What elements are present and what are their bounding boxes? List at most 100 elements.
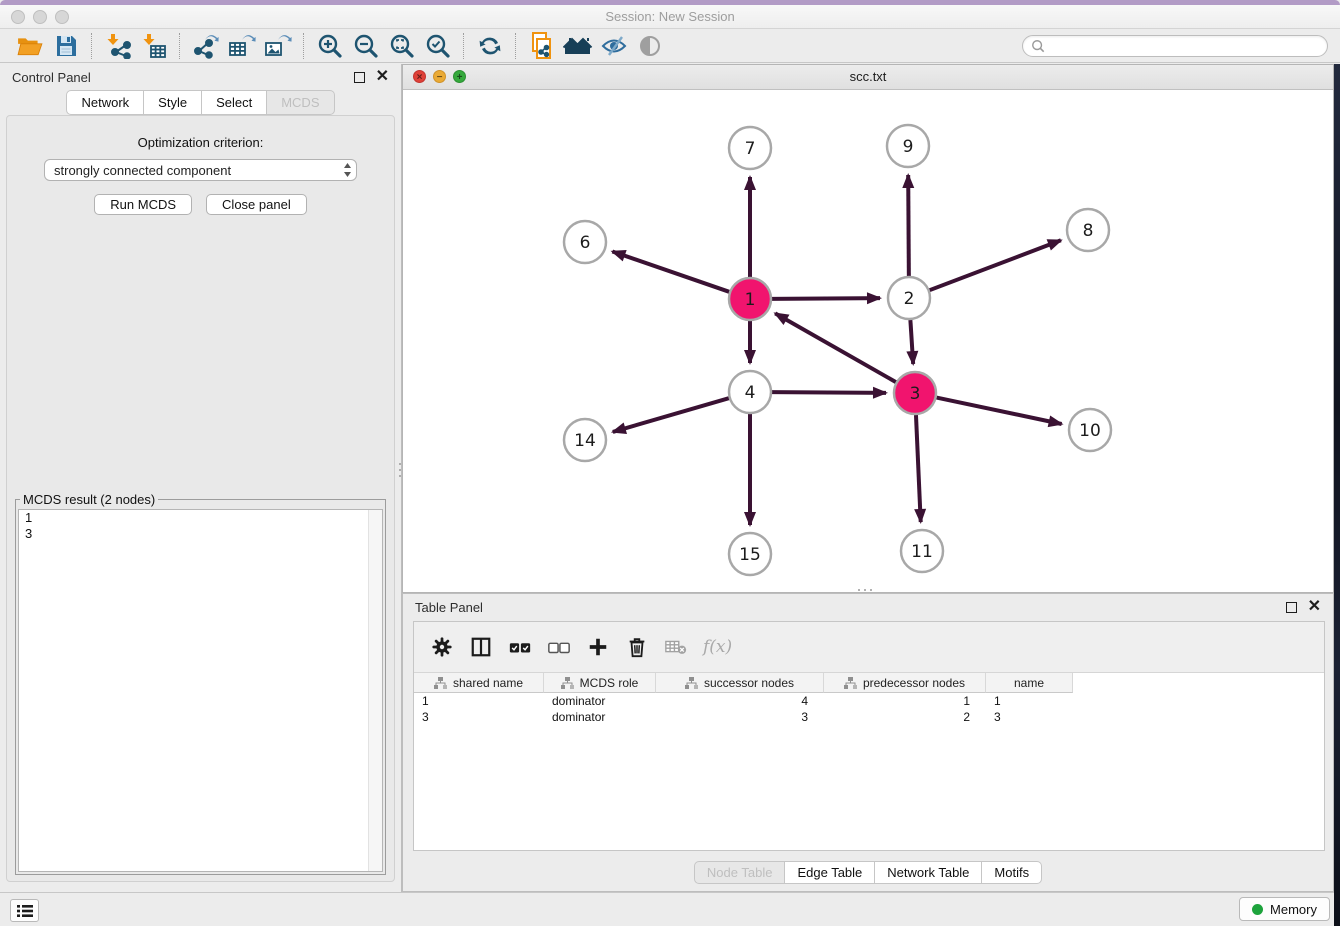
graph-node-2[interactable]: 2: [888, 277, 930, 319]
network-minimize-icon[interactable]: −: [433, 70, 446, 83]
network-maximize-icon[interactable]: +: [453, 70, 466, 83]
network-close-icon[interactable]: ×: [413, 70, 426, 83]
column-header-name[interactable]: name: [986, 673, 1073, 693]
close-window-icon[interactable]: [11, 10, 25, 24]
graph-node-14[interactable]: 14: [564, 419, 606, 461]
deselect-all-button[interactable]: [547, 635, 571, 659]
run-mcds-button[interactable]: Run MCDS: [94, 194, 192, 215]
graph-node-3[interactable]: 3: [894, 372, 936, 414]
graph-node-1[interactable]: 1: [729, 278, 771, 320]
import-network-button[interactable]: [100, 31, 136, 61]
graph-edge-3-10[interactable]: [937, 398, 1062, 424]
graph-node-10[interactable]: 10: [1069, 409, 1111, 451]
tab-style[interactable]: Style: [144, 90, 202, 115]
clone-network-button[interactable]: [524, 31, 560, 61]
tab-select[interactable]: Select: [202, 90, 267, 115]
column-header-MCDS-role[interactable]: MCDS role: [544, 673, 656, 693]
apply-layout-button[interactable]: [472, 31, 508, 61]
graph-edge-1-2[interactable]: [772, 298, 880, 299]
table-settings-button[interactable]: [430, 635, 454, 659]
graph-edge-2-3[interactable]: [910, 320, 913, 364]
task-history-button[interactable]: [10, 899, 39, 922]
table-row[interactable]: 3dominator323: [414, 709, 1324, 725]
close-panel-icon[interactable]: ✕: [376, 72, 389, 82]
delete-table-button[interactable]: [664, 635, 688, 659]
graph-edge-3-11[interactable]: [916, 415, 921, 522]
table-tab-network-table[interactable]: Network Table: [875, 861, 982, 884]
graph-edge-2-9[interactable]: [908, 175, 909, 276]
show-all-button[interactable]: [560, 31, 596, 61]
zoom-fit-button[interactable]: [384, 31, 420, 61]
graph-edge-4-3[interactable]: [772, 392, 886, 393]
graph-edge-1-6[interactable]: [612, 251, 729, 291]
table-tab-node-table[interactable]: Node Table: [694, 861, 786, 884]
import-table-button[interactable]: [136, 31, 172, 61]
cell-shared-name[interactable]: 1: [414, 693, 544, 709]
graph-node-15[interactable]: 15: [729, 533, 771, 575]
save-session-button[interactable]: [48, 31, 84, 61]
cell-MCDS-role[interactable]: dominator: [544, 709, 656, 725]
import-table-icon: [141, 33, 167, 59]
cell-successor-nodes[interactable]: 3: [656, 709, 824, 725]
tab-mcds[interactable]: MCDS: [267, 90, 334, 115]
column-header-predecessor-nodes[interactable]: predecessor nodes: [824, 673, 986, 693]
tab-network[interactable]: Network: [66, 90, 144, 115]
memory-status-button[interactable]: Memory: [1239, 897, 1330, 921]
export-network-button[interactable]: [188, 31, 224, 61]
table-panel: Table Panel ✕: [402, 593, 1334, 892]
show-hidden-button[interactable]: [632, 31, 668, 61]
table-tab-motifs[interactable]: Motifs: [982, 861, 1042, 884]
list-icon: [17, 904, 33, 918]
float-panel-icon[interactable]: [354, 72, 365, 83]
graph-node-4[interactable]: 4: [729, 371, 771, 413]
graph-node-label: 10: [1079, 421, 1101, 441]
select-all-button[interactable]: [508, 635, 532, 659]
graph-node-7[interactable]: 7: [729, 127, 771, 169]
graph-node-6[interactable]: 6: [564, 221, 606, 263]
create-column-button[interactable]: [586, 635, 610, 659]
table-tab-edge-table[interactable]: Edge Table: [785, 861, 875, 884]
table-row[interactable]: 1dominator411: [414, 693, 1324, 709]
search-icon: [1031, 39, 1045, 53]
graph-edge-3-1[interactable]: [775, 313, 896, 382]
graph-node-11[interactable]: 11: [901, 530, 943, 572]
splitter-grip[interactable]: [398, 461, 403, 481]
search-input[interactable]: [1050, 38, 1319, 54]
close-panel-button[interactable]: Close panel: [206, 194, 307, 215]
zoom-selected-button[interactable]: [420, 31, 456, 61]
cell-successor-nodes[interactable]: 4: [656, 693, 824, 709]
float-table-panel-icon[interactable]: [1286, 602, 1297, 613]
export-image-button[interactable]: [260, 31, 296, 61]
open-session-button[interactable]: [12, 31, 48, 61]
minimize-window-icon[interactable]: [33, 10, 47, 24]
graph-node-9[interactable]: 9: [887, 125, 929, 167]
result-scrollbar[interactable]: [368, 510, 382, 871]
mcds-result-area[interactable]: 1 3: [18, 509, 383, 872]
export-table-icon: [228, 33, 256, 59]
export-table-button[interactable]: [224, 31, 260, 61]
graph-node-label: 11: [911, 542, 933, 562]
close-table-panel-icon[interactable]: ✕: [1308, 602, 1321, 612]
zoom-out-button[interactable]: [348, 31, 384, 61]
search-box[interactable]: [1022, 35, 1328, 57]
hide-selected-button[interactable]: [596, 31, 632, 61]
network-canvas[interactable]: 1 2 3 4 6 7 8 9 10 11 14 15: [403, 90, 1333, 593]
window-traffic-lights[interactable]: [11, 10, 69, 24]
graph-edge-4-14[interactable]: [613, 398, 729, 432]
delete-columns-button[interactable]: [625, 635, 649, 659]
cell-shared-name[interactable]: 3: [414, 709, 544, 725]
column-header-shared-name[interactable]: shared name: [414, 673, 544, 693]
column-header-successor-nodes[interactable]: successor nodes: [656, 673, 824, 693]
function-builder-icon[interactable]: f(x): [703, 637, 732, 657]
cell-name[interactable]: 3: [986, 709, 1073, 725]
cell-name[interactable]: 1: [986, 693, 1073, 709]
graph-node-8[interactable]: 8: [1067, 209, 1109, 251]
cell-predecessor-nodes[interactable]: 1: [824, 693, 986, 709]
graph-edge-2-8[interactable]: [930, 240, 1061, 290]
toggle-panel-layout-button[interactable]: [469, 635, 493, 659]
zoom-window-icon[interactable]: [55, 10, 69, 24]
optimization-criterion-select[interactable]: strongly connected component: [44, 159, 357, 181]
cell-predecessor-nodes[interactable]: 2: [824, 709, 986, 725]
cell-MCDS-role[interactable]: dominator: [544, 693, 656, 709]
zoom-in-button[interactable]: [312, 31, 348, 61]
